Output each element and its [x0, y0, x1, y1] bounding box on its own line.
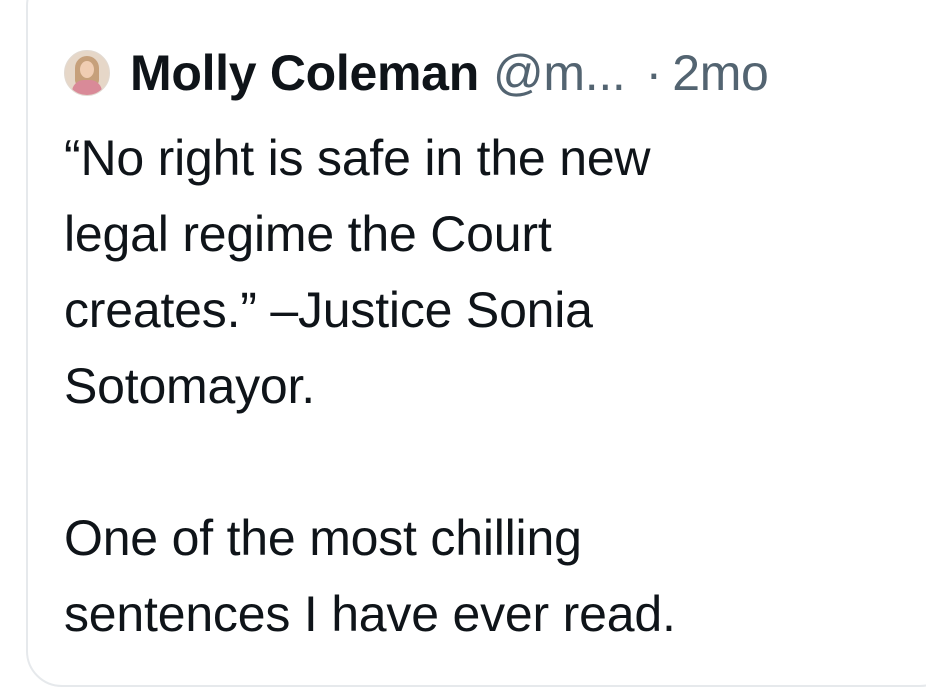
tweet-text-line: Sotomayor. [64, 358, 315, 414]
tweet-text-line: One of the most chilling [64, 510, 582, 566]
tweet-text: “No right is safe in the new legal regim… [64, 120, 924, 652]
tweet-header: Molly Coleman @m... · 2mo [64, 40, 769, 106]
tweet-text-line: “No right is safe in the new [64, 130, 651, 186]
tweet-text-line: legal regime the Court [64, 206, 552, 262]
tweet-timestamp[interactable]: 2mo [672, 44, 769, 102]
author-name[interactable]: Molly Coleman [130, 44, 479, 102]
avatar-shirt [72, 80, 102, 95]
author-handle[interactable]: @m... [493, 44, 626, 102]
tweet-text-line: creates.” –Justice Sonia [64, 282, 593, 338]
avatar[interactable] [64, 50, 110, 96]
avatar-face [80, 61, 94, 78]
meta-separator: · [645, 45, 663, 101]
tweet-text-line: sentences I have ever read. [64, 586, 676, 642]
